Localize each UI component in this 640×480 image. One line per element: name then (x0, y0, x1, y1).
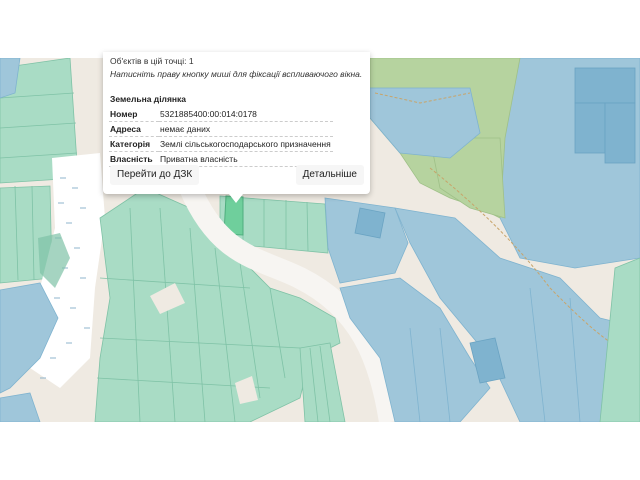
parcel-popup[interactable]: Об'єктів в цій точці: 1 Натисніть праву … (103, 52, 370, 194)
popup-pointer (229, 194, 243, 203)
objects-count: Об'єктів в цій точці: 1 (110, 56, 194, 66)
popup-hint: Натисніть праву кнопку миші для фіксації… (110, 69, 363, 79)
table-row: Номер 5321885400:00:014:0178 (109, 107, 333, 122)
row-label: Адреса (109, 121, 159, 137)
row-label: Номер (109, 107, 159, 122)
section-title: Земельна ділянка (110, 94, 187, 104)
row-value: 5321885400:00:014:0178 (159, 107, 333, 122)
row-label: Категорія (109, 136, 159, 152)
parcel-info-table: Номер 5321885400:00:014:0178 Адреса нема… (109, 107, 333, 167)
details-button[interactable]: Детальніше (295, 165, 364, 185)
table-row: Категорія Землі сільськогосподарського п… (109, 136, 333, 152)
go-to-dzk-button[interactable]: Перейти до ДЗК (110, 165, 200, 185)
row-value: немає даних (159, 121, 333, 137)
row-value: Землі сільськогосподарського призначення (159, 136, 333, 152)
table-row: Адреса немає даних (109, 121, 333, 137)
